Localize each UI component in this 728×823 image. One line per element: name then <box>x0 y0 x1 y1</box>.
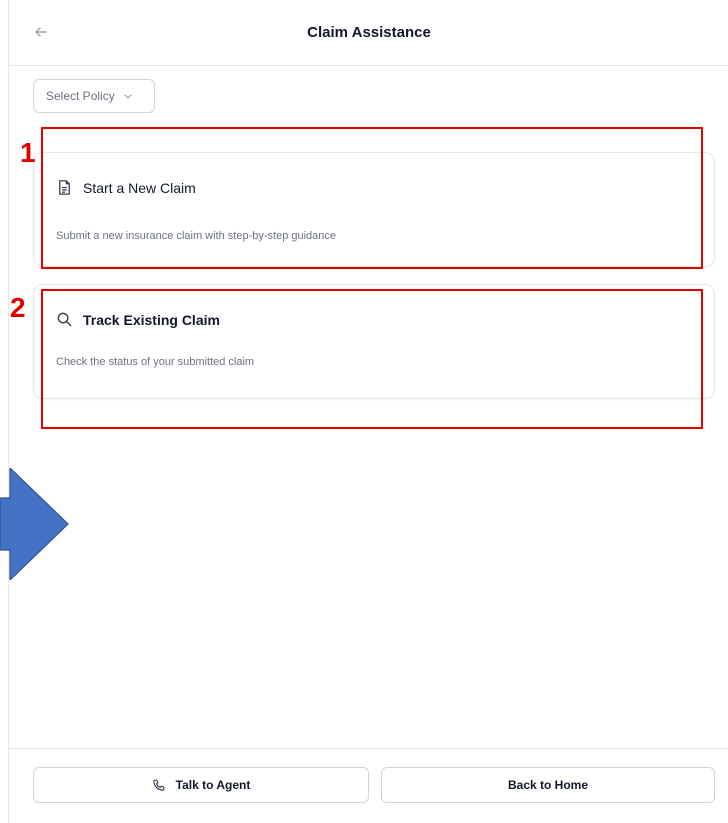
card-header: Track Existing Claim <box>56 311 220 328</box>
back-to-home-label: Back to Home <box>507 778 589 792</box>
annotation-label-1: 1 <box>20 137 36 168</box>
footer-bar: Talk to Agent Back to Home <box>9 748 728 823</box>
back-to-home-button[interactable]: Back to Home <box>381 767 715 803</box>
card-title: Start a New Claim <box>83 179 196 196</box>
search-icon <box>57 312 72 327</box>
card-description: Check the status of your submitted claim <box>56 356 255 368</box>
document-icon <box>59 180 70 195</box>
chevron-down-icon <box>124 94 132 99</box>
card-description: Submit a new insurance claim with step-b… <box>56 230 337 242</box>
blue-arrow-annotation <box>0 468 69 580</box>
phone-icon <box>152 779 165 791</box>
page-title: Claim Assistance <box>307 24 431 41</box>
talk-to-agent-label: Talk to Agent <box>175 778 251 792</box>
claim-assistance-screen: Claim Assistance Select Policy Start a N… <box>8 0 728 823</box>
annotation-label-2: 2 <box>10 292 26 323</box>
policy-select[interactable]: Select Policy <box>33 79 155 113</box>
start-new-claim-card[interactable]: Start a New Claim Submit a new insurance… <box>33 152 715 267</box>
card-title: Track Existing Claim <box>83 311 220 328</box>
arrow-left-icon[interactable] <box>31 22 51 42</box>
talk-to-agent-button[interactable]: Talk to Agent <box>33 767 369 803</box>
header-bar: Claim Assistance <box>9 0 728 66</box>
track-existing-claim-card[interactable]: Track Existing Claim Check the status of… <box>33 284 715 399</box>
policy-select-value: Select Policy <box>46 89 115 103</box>
card-header: Start a New Claim <box>56 179 196 196</box>
